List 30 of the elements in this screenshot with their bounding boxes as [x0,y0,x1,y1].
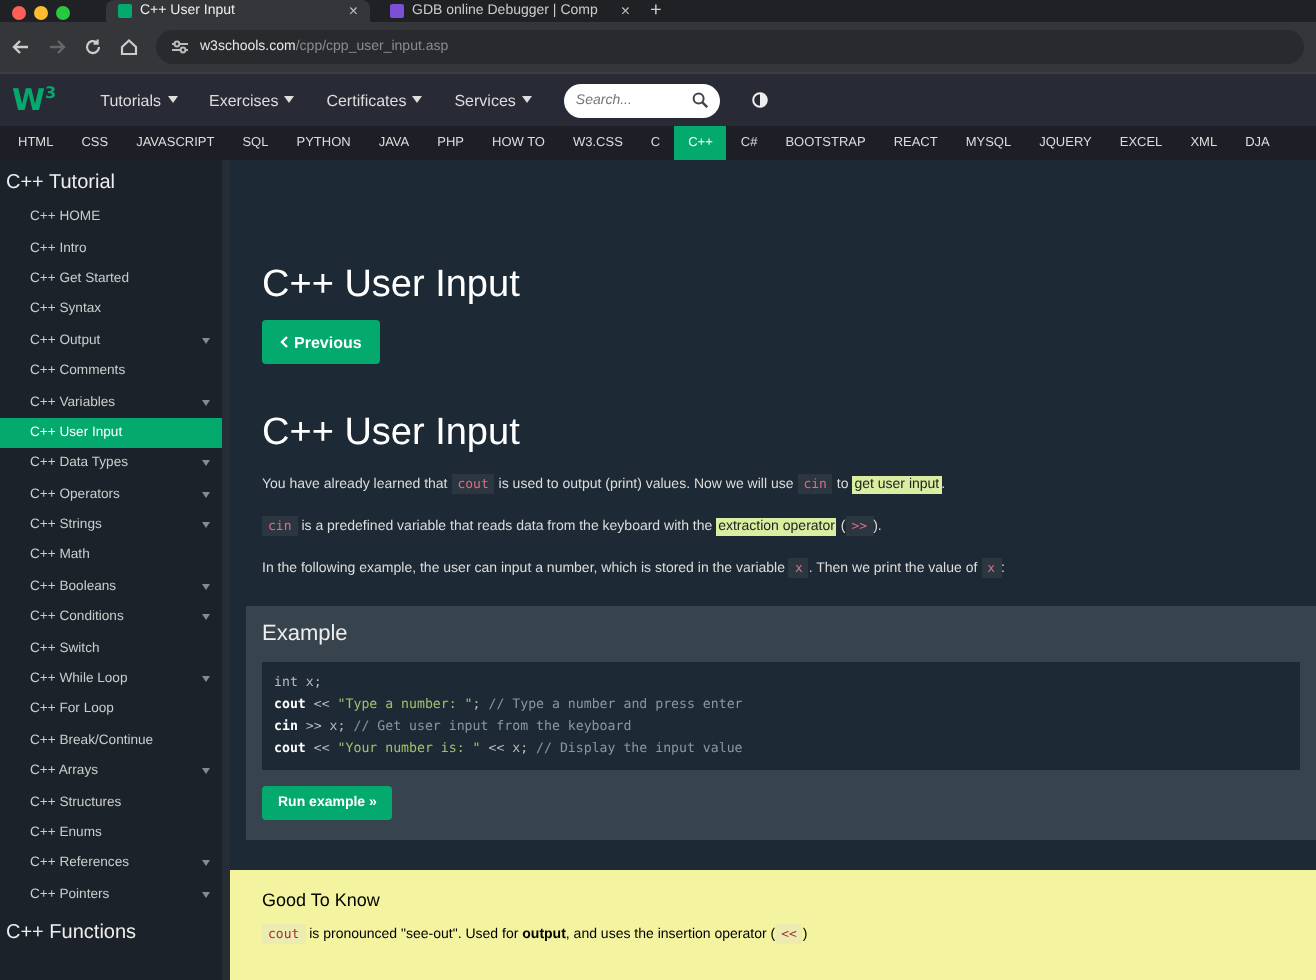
tab-close-button[interactable]: × [348,2,358,20]
example-heading: Example [262,622,350,646]
square-icon [390,4,404,18]
caret-icon [167,96,178,104]
minimize-window-button[interactable] [34,5,48,19]
maximize-window-button[interactable] [56,5,70,19]
home-icon[interactable] [120,38,138,56]
sidebar-heading: C++ Functions [4,919,139,948]
contrast-icon[interactable] [751,92,768,108]
chevron-left-icon [280,336,288,348]
page-icon [118,4,132,18]
note-heading: Good To Know [262,890,382,910]
page-title: C++ User Input [262,264,522,308]
site-logo[interactable]: W$^{3}$ [12,85,57,115]
nav-menu[interactable]: Services [454,91,532,109]
tab-close-button[interactable]: × [620,2,630,20]
caret-icon [412,96,423,104]
caret-icon [521,96,532,104]
nav-menu[interactable]: Exercises [209,91,295,109]
sidebar-heading: C++ Tutorial [4,170,117,198]
caret-icon [284,96,295,104]
close-window-button[interactable] [12,5,26,19]
new-tab-button[interactable]: + [650,0,662,22]
reload-icon[interactable] [84,38,102,56]
back-icon[interactable] [12,38,30,56]
site-settings-icon[interactable] [172,40,188,54]
nav-menu[interactable]: Tutorials [100,91,178,109]
section-heading: C++ User Input [262,412,522,456]
search-icon [691,92,708,108]
nav-menu[interactable]: Certificates [326,91,423,109]
